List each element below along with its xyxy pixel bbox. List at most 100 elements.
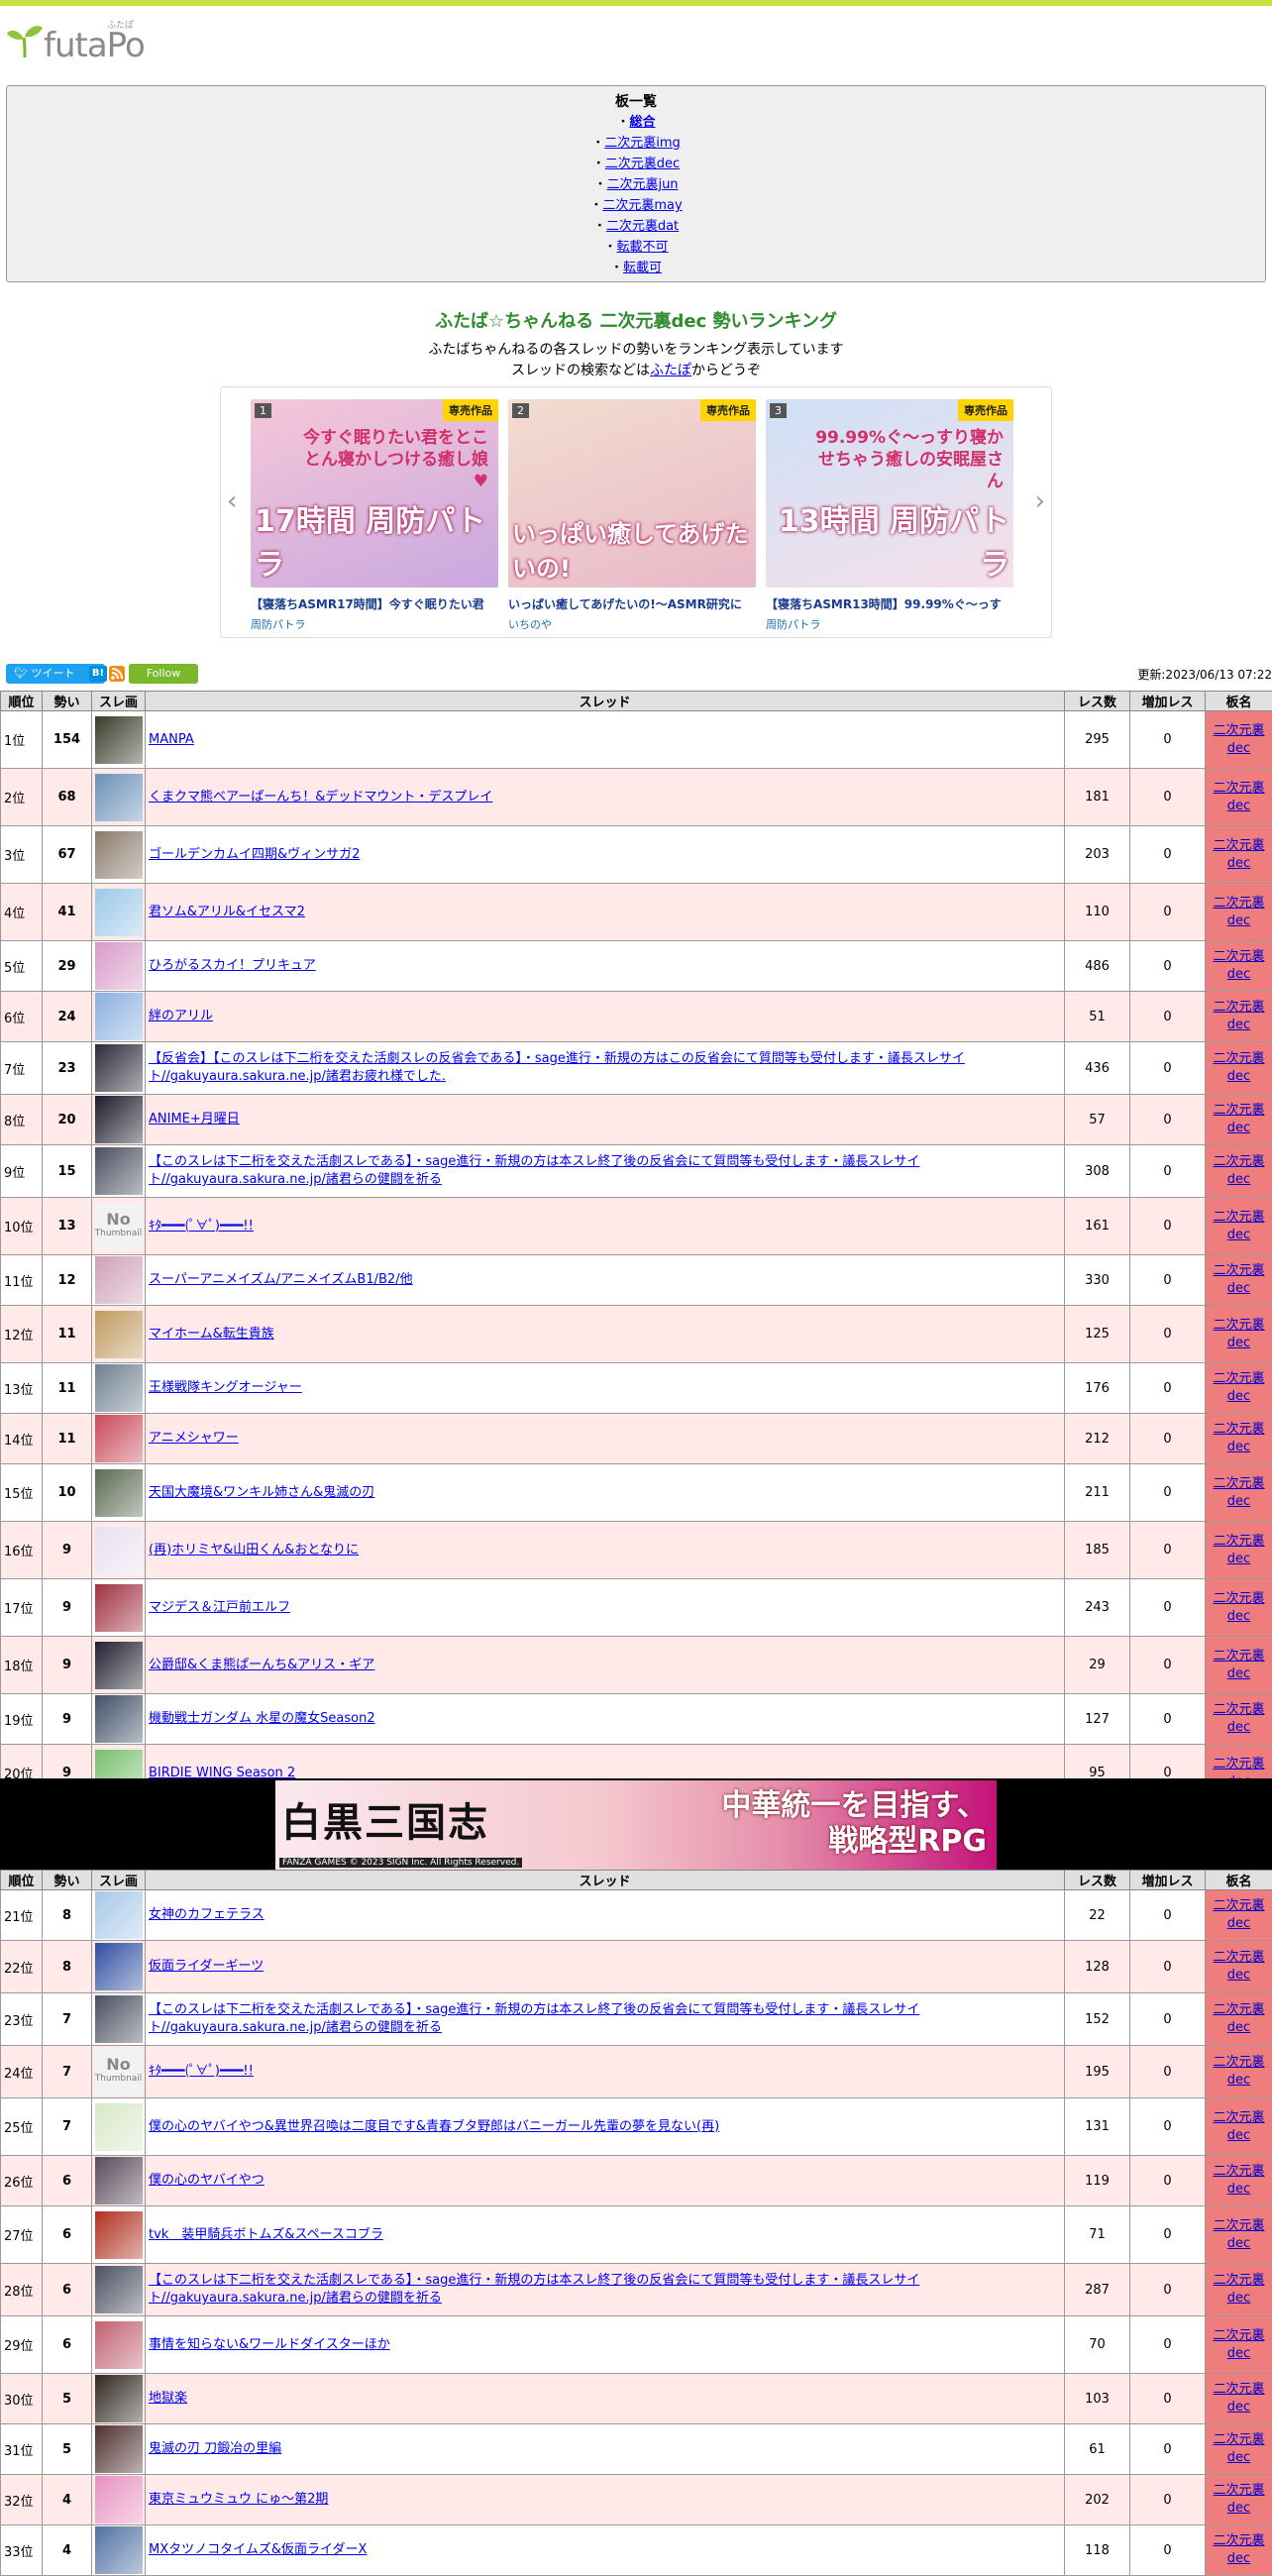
board-link[interactable]: 二次元裏dec xyxy=(605,157,680,171)
board-link[interactable]: 二次元裏img xyxy=(604,136,681,151)
thread-thumbnail[interactable] xyxy=(95,1527,143,1574)
thread-link[interactable]: ANIME+月曜日 xyxy=(149,1112,240,1127)
board-link[interactable]: 転載不可 xyxy=(617,240,669,255)
board-name-link[interactable]: 二次元裏dec xyxy=(1213,1649,1264,1681)
board-name-link[interactable]: 二次元裏dec xyxy=(1213,1318,1264,1350)
thread-thumbnail[interactable] xyxy=(95,2211,143,2259)
board-name-link[interactable]: 二次元裏dec xyxy=(1213,1422,1264,1454)
thread-link[interactable]: 絆のアリル xyxy=(149,1009,213,1023)
thread-link[interactable]: 王様戦隊キングオージャー xyxy=(149,1380,302,1395)
thread-link[interactable]: 女神のカフェテラス xyxy=(149,1907,265,1922)
board-name-link[interactable]: 二次元裏dec xyxy=(1213,1534,1264,1566)
board-name-link[interactable]: 二次元裏dec xyxy=(1213,2218,1264,2251)
thread-link[interactable]: 仮面ライダーギーツ xyxy=(149,1959,264,1974)
thread-link[interactable]: マジデス＆江戸前エルフ xyxy=(149,1600,290,1615)
thread-link[interactable]: MXタツノコタイムズ&仮面ライダーX xyxy=(149,2542,367,2557)
thread-thumbnail[interactable] xyxy=(95,2103,143,2151)
thread-thumbnail[interactable] xyxy=(95,993,143,1040)
thread-thumbnail[interactable] xyxy=(95,774,143,821)
thread-thumbnail[interactable] xyxy=(95,1364,143,1412)
board-name-link[interactable]: 二次元裏dec xyxy=(1213,1476,1264,1509)
board-link[interactable]: 転載可 xyxy=(623,261,662,275)
thread-thumbnail[interactable] xyxy=(95,942,143,990)
thread-link[interactable]: 【反省会】【このスレは下二桁を交えた活劇スレの反省会である】・sage進行・新規… xyxy=(149,1051,965,1084)
thread-link[interactable]: 【このスレは下二桁を交えた活劇スレである】・sage進行・新規の方は本スレ終了後… xyxy=(149,2273,919,2306)
futapo-link[interactable]: ふたぽ xyxy=(650,363,691,378)
product-title[interactable]: 【寝落ちASMR17時間】今すぐ眠りたい君 xyxy=(251,595,498,612)
product-cover[interactable]: 3専売作品99.99%ぐ～っすり寝かせちゃう癒しの安眠屋さん13時間 周防パトラ xyxy=(766,399,1013,588)
product-maker[interactable]: 周防パトラ xyxy=(766,616,1013,632)
thread-thumbnail[interactable] xyxy=(95,1891,143,1939)
board-name-link[interactable]: 二次元裏dec xyxy=(1213,838,1264,871)
board-name-link[interactable]: 二次元裏dec xyxy=(1213,1000,1264,1032)
product-maker[interactable]: いちのや xyxy=(508,616,756,632)
thread-thumbnail[interactable] xyxy=(95,1584,143,1632)
board-name-link[interactable]: 二次元裏dec xyxy=(1213,2432,1264,2465)
thread-thumbnail[interactable] xyxy=(95,1415,143,1462)
thread-link[interactable]: (再)ホリミヤ&山田くん&おとなりに xyxy=(149,1543,359,1557)
thread-link[interactable]: ゴールデンカムイ四期&ヴィンサガ2 xyxy=(149,847,360,862)
thread-link[interactable]: tvk 装甲騎兵ボトムズ&スペースコブラ xyxy=(149,2227,383,2242)
thread-thumbnail[interactable] xyxy=(95,1943,143,1990)
thread-thumbnail[interactable] xyxy=(95,1256,143,1304)
thread-link[interactable]: 僕の心のヤバイやつ&異世界召喚は二度目です&青春ブタ野郎はバニーガール先輩の夢を… xyxy=(149,2119,719,2134)
board-name-link[interactable]: 二次元裏dec xyxy=(1213,1371,1264,1404)
product-cover[interactable]: 1専売作品今すぐ眠りたい君をとことん寝かしつける癒し娘♥17時間 周防パトラ xyxy=(251,399,498,588)
thread-link[interactable]: アニメシャワー xyxy=(149,1431,239,1446)
board-link[interactable]: 二次元裏jun xyxy=(606,177,678,192)
thread-link[interactable]: 鬼滅の刃 刀鍛冶の里編 xyxy=(149,2441,281,2456)
site-logo[interactable]: futaPo ふたぽ xyxy=(0,6,1272,63)
board-name-link[interactable]: 二次元裏dec xyxy=(1213,1263,1264,1296)
thread-link[interactable]: 僕の心のヤバイやつ xyxy=(149,2173,265,2188)
thread-link[interactable]: 【このスレは下二桁を交えた活劇スレである】・sage進行・新規の方は本スレ終了後… xyxy=(149,2002,919,2035)
carousel-card[interactable]: 3専売作品99.99%ぐ～っすり寝かせちゃう癒しの安眠屋さん13時間 周防パトラ… xyxy=(766,399,1013,632)
thread-link[interactable]: ひろがるスカイ！プリキュア xyxy=(149,958,316,973)
thread-thumbnail[interactable] xyxy=(95,1469,143,1517)
thread-link[interactable]: 東京ミュウミュウ にゅ～第2期 xyxy=(149,2492,328,2507)
thread-thumbnail[interactable] xyxy=(95,1695,143,1743)
thread-link[interactable]: ｷﾀ━━━(ﾟ∀ﾟ)━━━!! xyxy=(149,1219,254,1234)
board-name-link[interactable]: 二次元裏dec xyxy=(1213,1898,1264,1931)
rss-icon[interactable] xyxy=(109,666,125,682)
thread-thumbnail[interactable] xyxy=(95,1642,143,1689)
thread-thumbnail[interactable] xyxy=(95,2476,143,2523)
board-name-link[interactable]: 二次元裏dec xyxy=(1213,723,1264,756)
board-name-link[interactable]: 二次元裏dec xyxy=(1213,1210,1264,1242)
thread-link[interactable]: マイホーム&転生貴族 xyxy=(149,1327,274,1342)
thread-thumbnail[interactable] xyxy=(95,716,143,764)
thread-thumbnail[interactable] xyxy=(95,2375,143,2422)
thread-thumbnail[interactable] xyxy=(95,2425,143,2473)
board-name-link[interactable]: 二次元裏dec xyxy=(1213,1950,1264,1983)
board-name-link[interactable]: 二次元裏dec xyxy=(1213,2328,1264,2361)
board-name-link[interactable]: 二次元裏dec xyxy=(1213,2382,1264,2415)
product-title[interactable]: いっぱい癒してあげたいの!～ASMR研究に xyxy=(508,595,756,612)
chevron-left-icon[interactable]: ‹ xyxy=(227,486,237,516)
board-link[interactable]: 二次元裏may xyxy=(602,198,682,213)
board-name-link[interactable]: 二次元裏dec xyxy=(1213,1103,1264,1135)
ad-banner[interactable]: 白黒三国志 中華統一を目指す、 戦略型RPG FANZA GAMES © 202… xyxy=(275,1780,997,1870)
thread-link[interactable]: 機動戦士ガンダム 水星の魔女Season2 xyxy=(149,1711,375,1726)
board-name-link[interactable]: 二次元裏dec xyxy=(1213,2110,1264,2143)
board-name-link[interactable]: 二次元裏dec xyxy=(1213,2055,1264,2088)
thread-thumbnail[interactable] xyxy=(95,1311,143,1358)
board-name-link[interactable]: 二次元裏dec xyxy=(1213,2002,1264,2035)
no-thumbnail[interactable]: NoThumbnail xyxy=(95,1203,143,1250)
board-name-link[interactable]: 二次元裏dec xyxy=(1213,1051,1264,1084)
product-title[interactable]: 【寝落ちASMR13時間】99.99%ぐ～っす xyxy=(766,595,1013,612)
thread-thumbnail[interactable] xyxy=(95,889,143,936)
thread-thumbnail[interactable] xyxy=(95,1147,143,1195)
board-name-link[interactable]: 二次元裏dec xyxy=(1213,949,1264,982)
thread-link[interactable]: 地獄楽 xyxy=(149,2391,187,2406)
thread-thumbnail[interactable] xyxy=(95,1995,143,2043)
board-name-link[interactable]: 二次元裏dec xyxy=(1213,2164,1264,2197)
board-name-link[interactable]: 二次元裏dec xyxy=(1213,1591,1264,1624)
thread-thumbnail[interactable] xyxy=(95,2266,143,2313)
carousel-card[interactable]: 1専売作品今すぐ眠りたい君をとことん寝かしつける癒し娘♥17時間 周防パトラ【寝… xyxy=(251,399,498,632)
board-name-link[interactable]: 二次元裏dec xyxy=(1213,1154,1264,1187)
thread-link[interactable]: 天国大魔境&ワンキル姉さん&鬼滅の刃 xyxy=(149,1485,374,1500)
thread-link[interactable]: 事情を知らない&ワールドダイスターほか xyxy=(149,2337,390,2352)
board-name-link[interactable]: 二次元裏dec xyxy=(1213,2533,1264,2566)
carousel-card[interactable]: 2専売作品いっぱい癒してあげたいの!いっぱい癒してあげたいの!～ASMR研究にい… xyxy=(508,399,756,632)
thread-thumbnail[interactable] xyxy=(95,1044,143,1092)
board-link[interactable]: 二次元裏dat xyxy=(606,219,679,234)
